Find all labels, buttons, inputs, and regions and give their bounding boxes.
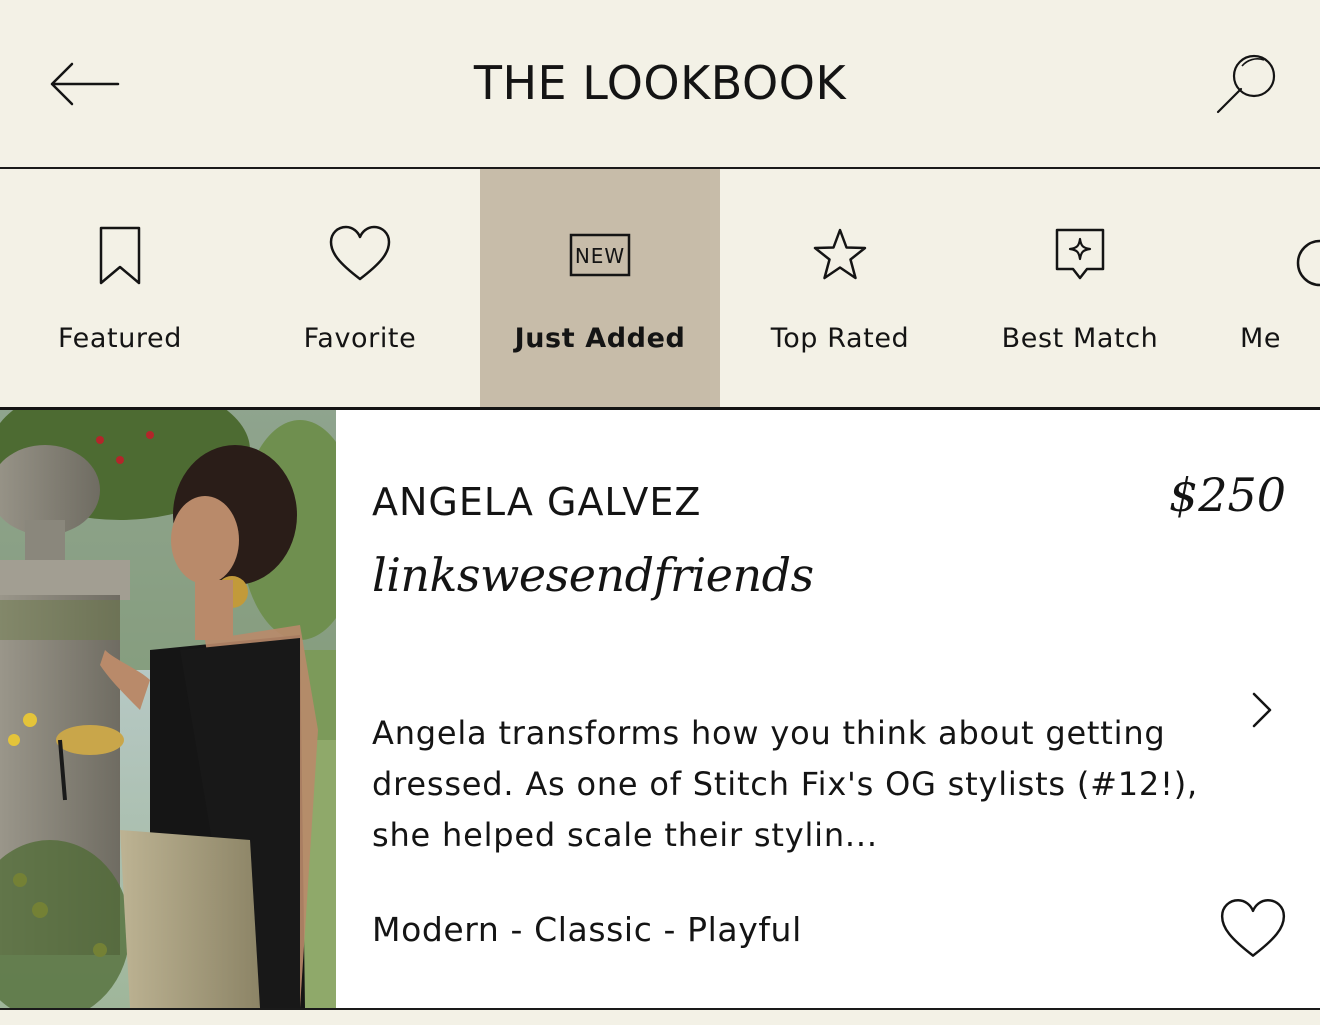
circle-icon: [1296, 239, 1320, 287]
style-tags: Modern - Classic - Playful: [372, 910, 802, 949]
bookmark-icon: [99, 226, 141, 285]
open-profile-button[interactable]: [1244, 690, 1280, 730]
next-card-edge: [0, 1010, 1320, 1025]
tab-label: Top Rated: [770, 323, 910, 354]
star-icon: [813, 228, 867, 280]
app-header: THE LOOKBOOK: [0, 0, 1320, 169]
tab-label: Favorite: [303, 323, 417, 354]
page-title: THE LOOKBOOK: [473, 56, 847, 110]
tab-best-match[interactable]: Best Match: [960, 169, 1200, 407]
stylist-name: ANGELA GALVEZ: [372, 480, 702, 524]
stylist-card[interactable]: ANGELA GALVEZ $250 linkswesendfriends An…: [0, 410, 1320, 1010]
tab-label: Featured: [58, 323, 182, 354]
heart-outline-icon: [1220, 899, 1286, 957]
stylist-handle: linkswesendfriends: [372, 548, 814, 602]
search-button[interactable]: [1214, 52, 1284, 116]
sparkle-badge-icon: [1055, 228, 1105, 280]
tab-label: Best Match: [1001, 323, 1159, 354]
search-icon: [1216, 54, 1276, 114]
stylist-price: $250: [1168, 468, 1286, 522]
chevron-right-icon: [1252, 692, 1272, 728]
tab-featured[interactable]: Featured: [0, 169, 240, 407]
tab-more[interactable]: Me: [1200, 169, 1320, 407]
new-badge-icon: NEW: [569, 233, 631, 277]
favorite-button[interactable]: [1220, 898, 1286, 960]
tab-label: Just Added: [514, 323, 686, 354]
tab-top-rated[interactable]: Top Rated: [720, 169, 960, 407]
tab-just-added[interactable]: NEW Just Added: [480, 169, 720, 407]
new-badge-text: NEW: [575, 244, 625, 268]
stylist-description: Angela transforms how you think about ge…: [372, 714, 1198, 854]
tab-label: Me: [1240, 323, 1282, 354]
heart-icon: [329, 225, 391, 281]
category-tabs: Featured Favorite NEW Just Added Top Rat…: [0, 169, 1320, 410]
stylist-photo: [0, 410, 336, 1008]
tab-favorite[interactable]: Favorite: [240, 169, 480, 407]
